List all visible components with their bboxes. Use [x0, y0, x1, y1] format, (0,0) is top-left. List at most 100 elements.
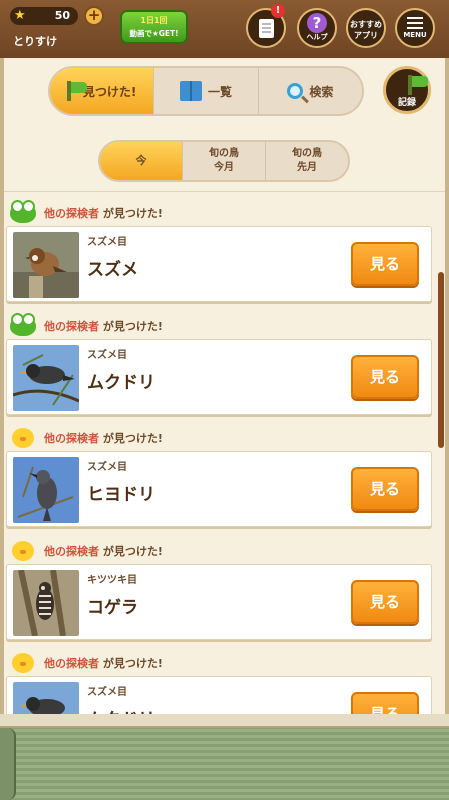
tab-search-label: 検索 — [309, 84, 334, 99]
bird-card[interactable]: スズメ目 スズメ 見る — [6, 226, 432, 302]
bird-name: ムクドリ — [87, 372, 155, 393]
tab-last-month-line2: 先月 — [297, 162, 317, 173]
finder-text: 他の探検者 が見つけた! — [44, 318, 163, 334]
recommended-apps-button[interactable]: おすすめ アプリ — [346, 8, 386, 48]
tab-now-label: 今 — [135, 154, 147, 167]
bird-name: ヒヨドリ — [87, 485, 155, 505]
view-button[interactable]: 見る — [351, 242, 419, 286]
panel-border-right — [445, 58, 449, 714]
frog-icon — [10, 312, 36, 336]
bird-card[interactable]: スズメ目 ムクドリ 見る — [6, 338, 432, 415]
tab-found-label: 見つけた! — [82, 84, 137, 99]
top-bar: ★ 50 + とりすけ 1日1回 動画で★GET! ! ? ヘルプ おすすめ ア… — [0, 0, 449, 58]
flag-icon — [66, 81, 87, 101]
finder-text: 他の探検者 が見つけた! — [44, 205, 163, 221]
recommend-label: おすすめ アプリ — [348, 19, 384, 41]
bird-card[interactable]: キツツキ目 コゲラ 見る — [6, 563, 432, 640]
star-icon: ★ — [14, 8, 26, 23]
bottom-cap — [0, 728, 16, 800]
bird-photo — [13, 232, 79, 298]
finder-text: 他の探検者 が見つけた! — [44, 655, 163, 671]
found-feed: 他の探検者 が見つけた! スズメ目 スズメ 見る 他の探検者 が見つけた! スズ… — [4, 196, 434, 714]
view-button[interactable]: 見る — [351, 692, 419, 714]
menu-button[interactable]: MENU — [395, 8, 435, 48]
list-item: 他の探検者 が見つけた! スズメ目 ムクドリ 見る — [4, 646, 434, 714]
found-label: が見つけた! — [102, 544, 163, 558]
tab-list-label: 一覧 — [207, 84, 232, 99]
finder-row: 他の探検者 が見つけた! — [10, 540, 163, 562]
question-icon: ? — [307, 13, 327, 33]
bird-card[interactable]: スズメ目 ヒヨドリ 見る — [6, 451, 432, 527]
finder-name: 他の探検者 — [44, 207, 99, 220]
bird-photo — [13, 569, 79, 636]
help-button[interactable]: ? ヘルプ — [297, 8, 337, 48]
record-label: 記録 — [397, 98, 416, 108]
video-reward-line1: 1日1回 — [140, 16, 168, 25]
record-button[interactable]: 記録 — [383, 66, 431, 114]
bird-order: スズメ目 — [87, 462, 127, 473]
finder-row: 他の探検者 が見つけた! — [10, 652, 163, 674]
bird-photo — [13, 344, 79, 411]
main-tab-bar: 見つけた! 一覧 検索 — [48, 66, 364, 116]
list-item: 他の探検者 が見つけた! スズメ目 ムクドリ 見る — [4, 309, 434, 422]
period-tab-bar: 今 旬の鳥 今月 旬の鳥 先月 — [98, 140, 350, 182]
tab-found[interactable]: 見つけた! — [50, 68, 155, 114]
tab-last-month-line1: 旬の鳥 — [292, 148, 322, 159]
tab-seasonal-this-month[interactable]: 旬の鳥 今月 — [183, 142, 266, 180]
video-reward-button[interactable]: 1日1回 動画で★GET! — [120, 10, 188, 44]
username: とりすけ — [13, 35, 57, 48]
list-item: 他の探検者 が見つけた! スズメ目 スズメ 見る — [4, 196, 434, 309]
help-label: ヘルプ — [306, 33, 328, 41]
video-reward-line2: 動画で★GET! — [129, 29, 179, 38]
found-label: が見つけた! — [102, 432, 163, 445]
finder-name: 他の探検者 — [44, 657, 99, 670]
view-button[interactable]: 見る — [351, 579, 419, 624]
magnifier-icon — [287, 83, 304, 99]
finder-name: 他の探検者 — [44, 319, 99, 333]
bottom-edge — [0, 714, 449, 728]
tab-list[interactable]: 一覧 — [154, 68, 259, 114]
bird-order: スズメ目 — [87, 237, 127, 248]
tab-seasonal-last-month[interactable]: 旬の鳥 先月 — [266, 142, 348, 180]
bird-photo — [13, 682, 79, 714]
recommend-line1: おすすめ — [350, 20, 382, 29]
finder-row: 他の探検者 が見つけた! — [10, 312, 163, 337]
bottom-bar — [0, 714, 449, 800]
list-item: 他の探検者 が見つけた! キツツキ目 コゲラ 見る — [4, 534, 434, 647]
recommend-line2: アプリ — [354, 31, 378, 40]
document-icon — [259, 19, 274, 38]
frog-icon — [10, 200, 36, 223]
star-counter: ★ 50 — [10, 7, 78, 25]
finder-name: 他の探検者 — [44, 432, 99, 445]
book-icon — [179, 81, 202, 101]
bird-name: ムクドリ — [87, 705, 155, 714]
bird-name: スズメ — [87, 260, 138, 280]
bird-order: キツツキ目 — [87, 574, 137, 586]
scrollbar[interactable] — [438, 272, 444, 448]
chick-icon — [12, 540, 34, 561]
view-button[interactable]: 見る — [351, 354, 419, 399]
finder-text: 他の探検者 が見つけた! — [44, 543, 163, 559]
found-label: が見つけた! — [102, 207, 163, 220]
finder-row: 他の探検者 が見つけた! — [10, 200, 163, 224]
chick-icon — [12, 428, 34, 448]
bird-name: コゲラ — [87, 597, 138, 618]
flag-icon — [408, 75, 428, 95]
add-stars-button[interactable]: + — [84, 6, 104, 26]
tab-search[interactable]: 検索 — [259, 68, 362, 114]
notification-badge: ! — [271, 4, 285, 18]
finder-name: 他の探検者 — [44, 544, 99, 558]
tab-now[interactable]: 今 — [100, 142, 183, 180]
menu-label: MENU — [403, 31, 427, 39]
view-button[interactable]: 見る — [351, 467, 419, 511]
found-label: が見つけた! — [102, 319, 163, 333]
found-label: が見つけた! — [102, 657, 163, 670]
tab-this-month-line2: 今月 — [214, 162, 234, 173]
list-item: 他の探検者 が見つけた! スズメ目 ヒヨドリ 見る — [4, 421, 434, 534]
hamburger-icon — [407, 17, 423, 29]
finder-text: 他の探検者 が見つけた! — [44, 430, 163, 446]
bird-photo — [13, 457, 79, 523]
bird-card[interactable]: スズメ目 ムクドリ 見る — [6, 676, 432, 714]
bird-order: スズメ目 — [87, 349, 127, 361]
main-panel: 見つけた! 一覧 検索 記録 今 旬の鳥 今月 旬の鳥 先月 他の探検者 が見つ… — [0, 58, 449, 714]
